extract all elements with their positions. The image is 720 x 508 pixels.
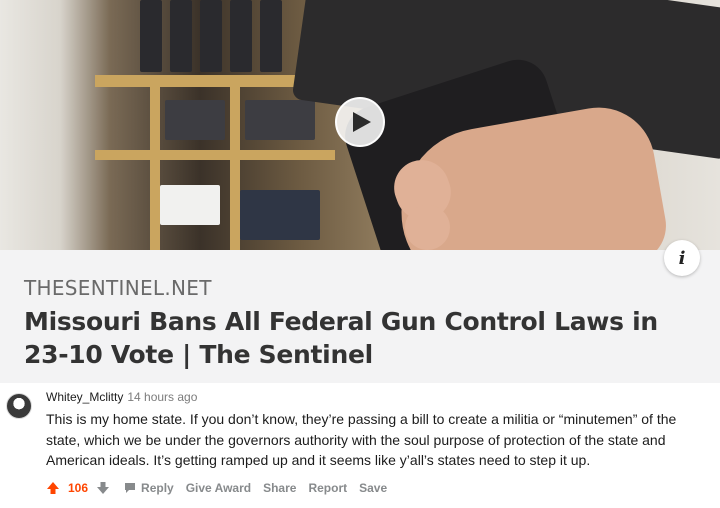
reply-label: Reply [141, 481, 174, 495]
arrow-down-icon [97, 482, 110, 494]
play-icon [353, 112, 371, 132]
upvote-button[interactable] [46, 481, 60, 495]
finger [405, 205, 450, 250]
shelf-item [230, 0, 252, 72]
save-button[interactable]: Save [359, 481, 387, 495]
comment-meta: Whitey_Mclitty 14 hours ago [46, 390, 197, 404]
shelf-item [165, 100, 225, 140]
comment-bubble-icon [125, 483, 136, 493]
shelf-item [200, 0, 222, 72]
shelf-board [95, 150, 335, 160]
shelf-item [160, 185, 220, 225]
shelf-post [150, 75, 160, 250]
shelf-item [260, 0, 282, 72]
vote-count: 106 [68, 481, 89, 495]
arrow-up-icon [47, 482, 59, 494]
report-button[interactable]: Report [308, 481, 347, 495]
comment-actions: 106 Reply Give Award Share Report Save [46, 481, 399, 495]
link-domain[interactable]: THESENTINEL.NET [24, 276, 212, 300]
info-icon: i [678, 247, 686, 269]
shelf-item [240, 190, 320, 240]
shelf-item [245, 100, 315, 140]
comment-time[interactable]: 14 hours ago [127, 390, 197, 404]
shelf-item [140, 0, 162, 72]
play-button[interactable] [335, 97, 385, 147]
link-title[interactable]: Missouri Bans All Federal Gun Control La… [24, 305, 684, 371]
shelf-post [230, 80, 240, 250]
share-button[interactable]: Share [263, 481, 296, 495]
avatar[interactable] [6, 393, 32, 419]
give-award-button[interactable]: Give Award [186, 481, 251, 495]
info-button[interactable]: i [664, 240, 700, 276]
shelf-item [170, 0, 192, 72]
reply-button[interactable]: Reply [124, 481, 174, 495]
downvote-button[interactable] [96, 481, 110, 495]
comment-author[interactable]: Whitey_Mclitty [46, 390, 123, 404]
video-thumbnail[interactable] [0, 0, 720, 250]
comment-body: This is my home state. If you don’t know… [46, 411, 677, 468]
